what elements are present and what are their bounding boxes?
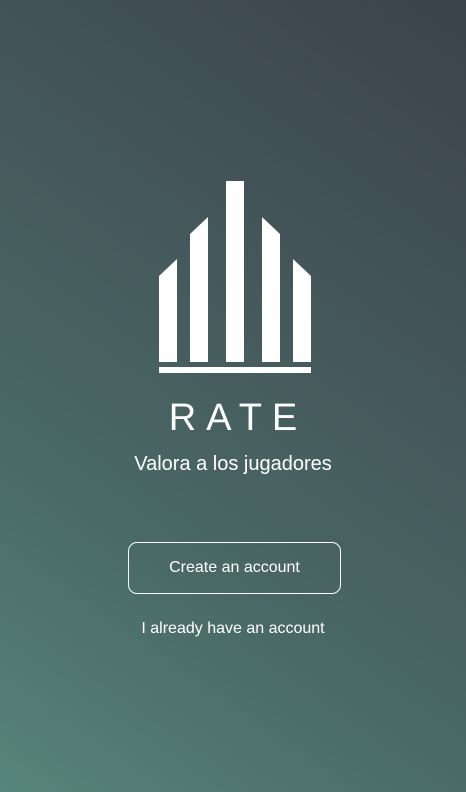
brand-tagline: Valora a los jugadores bbox=[134, 453, 332, 475]
create-account-button[interactable]: Create an account bbox=[128, 542, 341, 594]
rate-bars-logo-icon bbox=[159, 181, 311, 373]
login-link[interactable]: I already have an account bbox=[0, 618, 466, 640]
welcome-screen: RATE Valora a los jugadores Create an ac… bbox=[0, 0, 466, 792]
brand-name: RATE bbox=[168, 397, 308, 439]
